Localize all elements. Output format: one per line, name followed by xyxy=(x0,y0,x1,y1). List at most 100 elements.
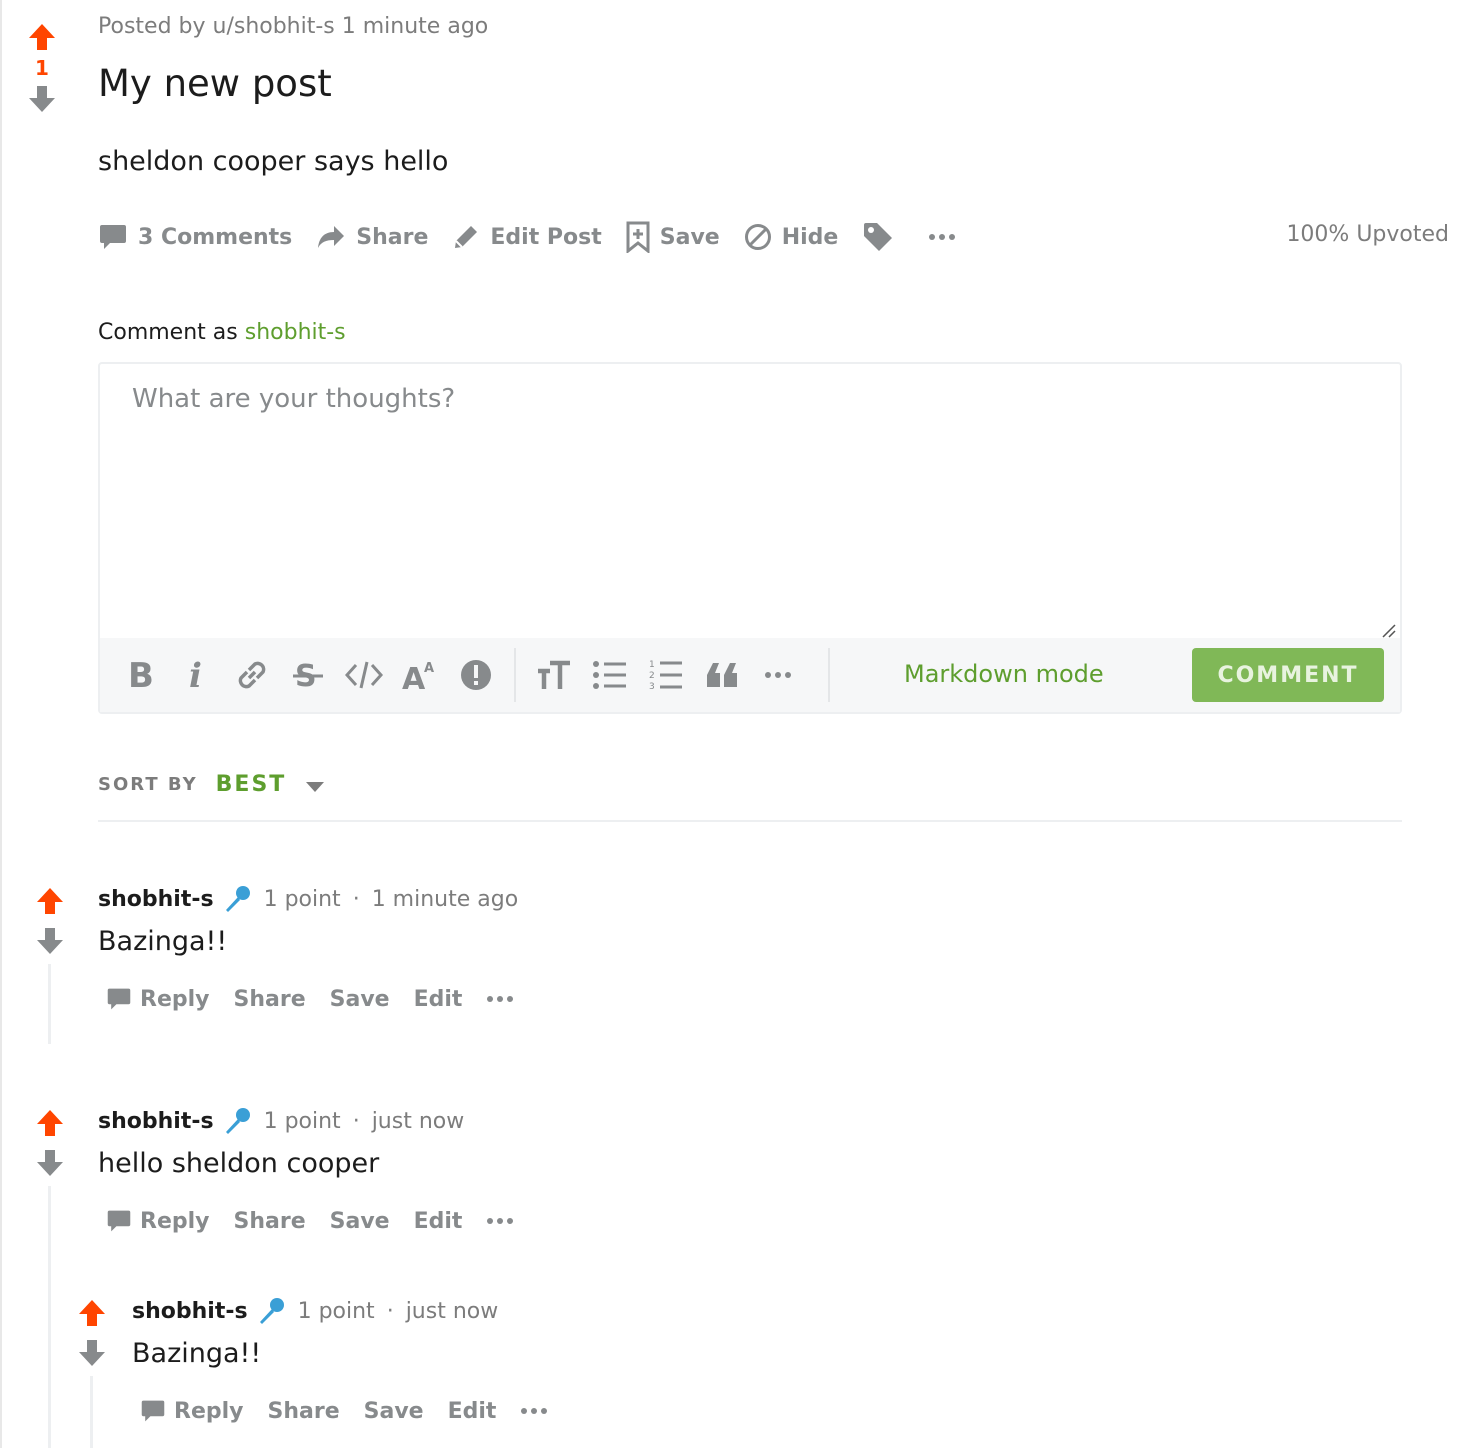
tag-button[interactable] xyxy=(862,221,904,253)
thread-line[interactable] xyxy=(90,1376,93,1448)
downvote-icon[interactable] xyxy=(35,926,65,956)
thread-line[interactable] xyxy=(48,1186,51,1448)
more-options-button[interactable] xyxy=(520,1407,556,1415)
svg-text:i: i xyxy=(189,659,202,691)
spoiler-button[interactable] xyxy=(448,647,504,703)
italic-icon: i xyxy=(189,659,202,691)
comment-points: 1 point xyxy=(297,1298,375,1324)
edit-post-button[interactable]: Edit Post xyxy=(452,223,602,251)
save-label: Save xyxy=(659,224,720,250)
comments-button[interactable]: 3 Comments xyxy=(98,223,292,251)
reply-label: Reply xyxy=(140,986,210,1012)
more-options-button[interactable] xyxy=(486,1217,522,1225)
hide-icon xyxy=(744,224,771,250)
more-options-button[interactable] xyxy=(928,233,966,241)
heading-icon xyxy=(538,660,570,689)
upvote-icon[interactable] xyxy=(35,886,65,916)
comments-label: 3 Comments xyxy=(138,224,293,250)
markdown-mode-toggle[interactable]: Markdown mode xyxy=(904,660,1104,688)
code-button[interactable] xyxy=(336,647,392,703)
editor-toolbar: B i S AA 123 Markdown mode COMMENT xyxy=(100,638,1400,712)
comment-as-label: Comment as shobhit-s xyxy=(98,320,346,345)
thread-line[interactable] xyxy=(48,964,51,1044)
comment-author[interactable]: shobhit-s xyxy=(98,887,214,912)
superscript-button[interactable]: AA xyxy=(392,647,448,703)
code-icon xyxy=(345,661,383,689)
svg-text:2: 2 xyxy=(649,671,655,681)
edit-button[interactable]: Edit xyxy=(448,1399,497,1424)
downvote-icon[interactable] xyxy=(27,84,57,114)
comment-header: shobhit-s 1 point · just now xyxy=(132,1296,498,1326)
chevron-down-icon[interactable] xyxy=(306,781,325,792)
comment-icon xyxy=(100,225,126,249)
save-label: Save xyxy=(363,1398,424,1424)
comment-time: just now xyxy=(405,1298,499,1324)
more-options-button[interactable] xyxy=(486,995,522,1003)
meta-separator: · xyxy=(352,1108,360,1134)
comment-author[interactable]: shobhit-s xyxy=(98,1109,214,1134)
upvote-icon[interactable] xyxy=(35,1108,65,1138)
post-score: 1 xyxy=(35,56,49,80)
comment-points: 1 point xyxy=(263,886,341,912)
svg-text:3: 3 xyxy=(649,682,655,692)
numbered-list-button[interactable]: 123 xyxy=(638,647,694,703)
edit-post-label: Edit Post xyxy=(490,224,602,250)
save-button[interactable]: Save xyxy=(626,221,720,253)
comment-as-username[interactable]: shobhit-s xyxy=(245,320,346,345)
submit-comment-button[interactable]: COMMENT xyxy=(1192,648,1384,702)
post-title: My new post xyxy=(98,62,332,105)
reply-button[interactable]: Reply xyxy=(106,986,210,1012)
share-button[interactable]: Share xyxy=(234,1209,306,1234)
more-formatting-button[interactable] xyxy=(750,647,806,703)
edit-button[interactable]: Edit xyxy=(414,1209,463,1234)
bold-button[interactable]: B xyxy=(112,647,168,703)
share-label: Share xyxy=(233,1208,306,1234)
italic-button[interactable]: i xyxy=(168,647,224,703)
share-button[interactable]: Share xyxy=(316,224,428,250)
superscript-icon: AA xyxy=(402,661,434,692)
save-button[interactable]: Save xyxy=(330,987,390,1012)
quote-button[interactable] xyxy=(694,647,750,703)
share-label: Share xyxy=(233,986,306,1012)
sort-value[interactable]: BEST xyxy=(216,772,287,797)
heading-button[interactable] xyxy=(526,647,582,703)
sort-selector[interactable]: SORT BY BEST xyxy=(98,772,325,797)
share-icon xyxy=(318,226,345,248)
edit-label: Edit xyxy=(413,986,463,1012)
reply-button[interactable]: Reply xyxy=(140,1398,244,1424)
more-icon xyxy=(765,672,791,678)
post-action-bar: 3 Comments Share Edit Post Save Hide xyxy=(98,216,990,258)
comment-textarea[interactable] xyxy=(100,364,1400,640)
share-label: Share xyxy=(356,224,429,250)
edit-button[interactable]: Edit xyxy=(414,987,463,1012)
save-button[interactable]: Save xyxy=(330,1209,390,1234)
sort-divider xyxy=(98,820,1402,822)
bulleted-list-icon xyxy=(593,661,626,689)
comment-header: shobhit-s 1 point · just now xyxy=(98,1106,464,1136)
strikethrough-button[interactable]: S xyxy=(280,647,336,703)
spoiler-icon xyxy=(461,660,491,690)
hide-label: Hide xyxy=(781,224,839,250)
comment-body: Bazinga!! xyxy=(98,926,228,957)
link-icon xyxy=(238,661,266,689)
comment-author[interactable]: shobhit-s xyxy=(132,1299,248,1324)
hide-button[interactable]: Hide xyxy=(744,223,839,251)
resize-grip-icon[interactable] xyxy=(1380,622,1396,638)
downvote-icon[interactable] xyxy=(77,1338,107,1368)
share-button[interactable]: Share xyxy=(234,987,306,1012)
downvote-icon[interactable] xyxy=(35,1148,65,1178)
left-border xyxy=(0,0,2,1448)
reply-button[interactable]: Reply xyxy=(106,1208,210,1234)
post-meta: Posted by u/shobhit-s 1 minute ago xyxy=(98,14,489,39)
save-button[interactable]: Save xyxy=(364,1399,424,1424)
link-button[interactable] xyxy=(224,647,280,703)
svg-text:B: B xyxy=(128,659,154,691)
comment-body: Bazinga!! xyxy=(132,1338,262,1369)
upvote-icon[interactable] xyxy=(27,22,57,52)
bulleted-list-button[interactable] xyxy=(582,647,638,703)
upvote-icon[interactable] xyxy=(77,1298,107,1328)
microphone-icon xyxy=(225,1108,250,1134)
share-button[interactable]: Share xyxy=(268,1399,340,1424)
toolbar-divider xyxy=(514,648,516,702)
comment-body: hello sheldon cooper xyxy=(98,1148,380,1179)
